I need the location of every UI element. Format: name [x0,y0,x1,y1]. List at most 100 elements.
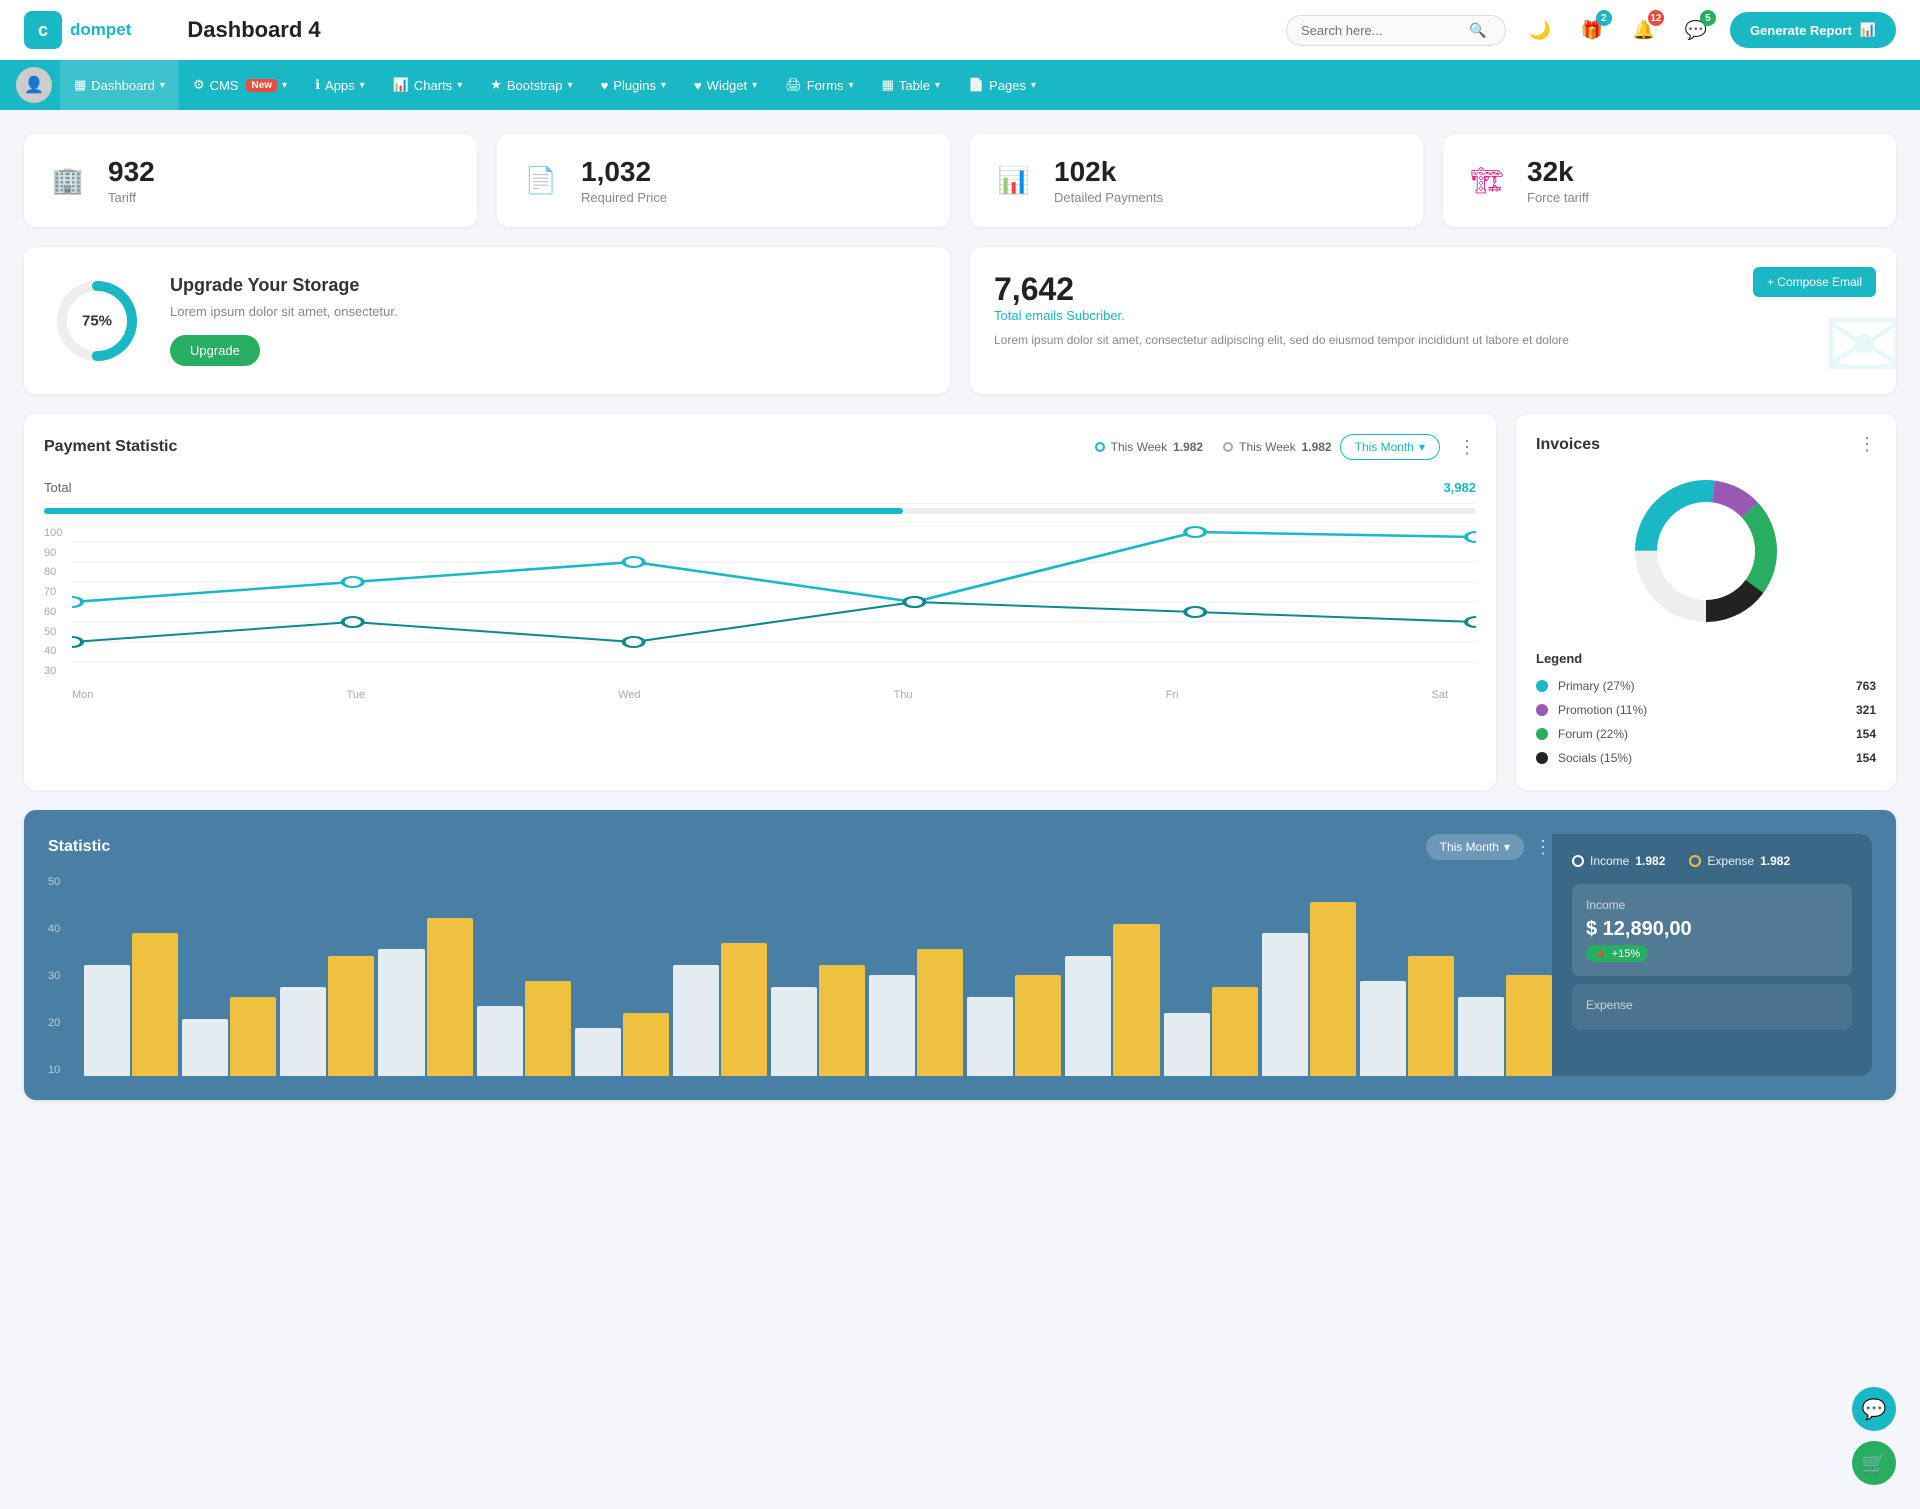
bar-white [1458,997,1504,1076]
pages-icon: 📄 [968,77,984,93]
nav-item-forms[interactable]: 🖨 Forms ▾ [771,60,867,110]
invoices-donut-wrap [1536,471,1876,631]
bar-yellow [819,965,865,1076]
header: c dompet Dashboard 4 🔍 🌙 🎁 2 🔔 12 💬 5 Ge… [0,0,1920,60]
nav-item-table[interactable]: ▦ Table ▾ [868,60,954,110]
payment-header: Payment Statistic This Week 1.982 This W… [44,434,1476,460]
gift-btn[interactable]: 🎁 2 [1574,12,1610,48]
storage-info: Upgrade Your Storage Lorem ipsum dolor s… [170,275,398,366]
notification-badge: 12 [1648,10,1664,26]
payment-summary: Total 3,982 [44,472,1476,504]
bar-white [280,987,326,1076]
statistic-header: Statistic This Month ▾ ⋮ [48,834,1552,860]
upgrade-button[interactable]: Upgrade [170,335,260,366]
income-box-value: $ 12,890,00 [1586,918,1838,941]
required-price-number: 1,032 [581,156,667,188]
float-action-button[interactable]: 🛒 [1852,1441,1896,1485]
float-buttons: 💬 🛒 [1852,1387,1896,1485]
bar-yellow [230,997,276,1076]
cms-new-badge: New [246,79,277,92]
bar-yellow [721,943,767,1076]
force-tariff-number: 32k [1527,156,1589,188]
legend-this-week-2: This Week 1.982 [1223,440,1332,454]
search-box[interactable]: 🔍 [1286,15,1506,46]
statistic-title: Statistic [48,838,1426,856]
expense-box: Expense [1572,984,1852,1030]
nav-item-dashboard[interactable]: ▦ Dashboard ▾ [60,60,179,110]
forum-color [1536,728,1548,740]
payment-more-button[interactable]: ⋮ [1458,437,1476,458]
apps-icon: ℹ [315,77,320,93]
apps-arrow-icon: ▾ [360,80,365,91]
gift-badge: 2 [1596,10,1612,26]
nav-item-widget[interactable]: ♥ Widget ▾ [680,60,771,110]
widget-icon: ♥ [694,78,702,93]
invoices-card: Invoices ⋮ Lege [1516,414,1896,790]
summary-bar [44,508,1476,514]
table-icon: ▦ [882,77,894,93]
income-legend-dot [1572,855,1584,867]
bar-yellow [623,1013,669,1076]
statistic-more-button[interactable]: ⋮ [1534,837,1552,858]
bar-white [378,949,424,1076]
forms-arrow-icon: ▾ [849,80,854,91]
bar-group [673,943,767,1076]
theme-toggle-btn[interactable]: 🌙 [1522,12,1558,48]
storage-description: Lorem ipsum dolor sit amet, onsectetur. [170,304,398,319]
invoices-title: Invoices [1536,436,1600,454]
nav-item-pages[interactable]: 📄 Pages ▾ [954,60,1050,110]
nav-avatar: 👤 [16,67,52,103]
bar-group [869,949,963,1076]
nav-item-plugins[interactable]: ♥ Plugins ▾ [587,60,680,110]
bar-group [967,975,1061,1076]
bar-yellow [427,918,473,1076]
force-tariff-icon: 🏗 [1463,157,1511,205]
middle-row: 75% Upgrade Your Storage Lorem ipsum dol… [24,247,1896,394]
nav-item-bootstrap[interactable]: ★ Bootstrap ▾ [476,60,586,110]
required-price-label: Required Price [581,190,667,205]
nav-item-apps[interactable]: ℹ Apps ▾ [301,60,379,110]
search-input[interactable] [1301,23,1461,38]
this-month-button[interactable]: This Month ▾ [1340,434,1440,460]
legend-item-socials: Socials (15%) 154 [1536,746,1876,770]
chat-badge: 5 [1700,10,1716,26]
email-subtitle: Total emails Subcriber. [994,308,1872,323]
bar-yellow [1408,956,1454,1076]
income-box: Income $ 12,890,00 🔺 +15% [1572,884,1852,976]
expense-legend-dot [1689,855,1701,867]
forms-icon: 🖨 [785,77,802,93]
bar-group [84,933,178,1076]
legend-list: Primary (27%) 763 Promotion (11%) 321 Fo… [1536,674,1876,770]
bar-group [1065,924,1159,1076]
payment-title: Payment Statistic [44,438,1095,456]
cms-arrow-icon: ▾ [282,80,287,91]
bar-group [1262,902,1356,1076]
detailed-payments-label: Detailed Payments [1054,190,1163,205]
bar-yellow [525,981,571,1076]
invoices-donut-chart [1626,471,1786,631]
legend-item-promotion: Promotion (11%) 321 [1536,698,1876,722]
legend-this-week-1: This Week 1.982 [1095,440,1204,454]
chart-x-labels: Mon Tue Wed Thu Fri Sat [44,685,1476,701]
plugins-arrow-icon: ▾ [661,80,666,91]
stat-cards-grid: 🏢 932 Tariff 📄 1,032 Required Price 📊 10… [24,134,1896,227]
bar-white [1164,1013,1210,1076]
invoices-more-button[interactable]: ⋮ [1858,434,1876,455]
float-support-button[interactable]: 💬 [1852,1387,1896,1431]
nav-item-cms[interactable]: ⚙ CMS New ▾ [179,60,301,110]
statistic-chart-area: Statistic This Month ▾ ⋮ 5040302010 [48,834,1552,1076]
storage-title: Upgrade Your Storage [170,275,398,296]
stat-this-month-button[interactable]: This Month ▾ [1426,834,1524,860]
bootstrap-icon: ★ [490,77,502,93]
nav-item-charts[interactable]: 📊 Charts ▾ [379,60,477,110]
storage-donut: 75% [52,276,142,366]
notification-btn[interactable]: 🔔 12 [1626,12,1662,48]
bar-yellow [1015,975,1061,1076]
tariff-number: 932 [108,156,155,188]
bar-group [771,965,865,1076]
generate-report-button[interactable]: Generate Report 📊 [1730,12,1896,48]
chat-btn[interactable]: 💬 5 [1678,12,1714,48]
bootstrap-arrow-icon: ▾ [568,80,573,91]
dashboard-arrow-icon: ▾ [160,80,165,91]
plugins-icon: ♥ [601,78,609,93]
